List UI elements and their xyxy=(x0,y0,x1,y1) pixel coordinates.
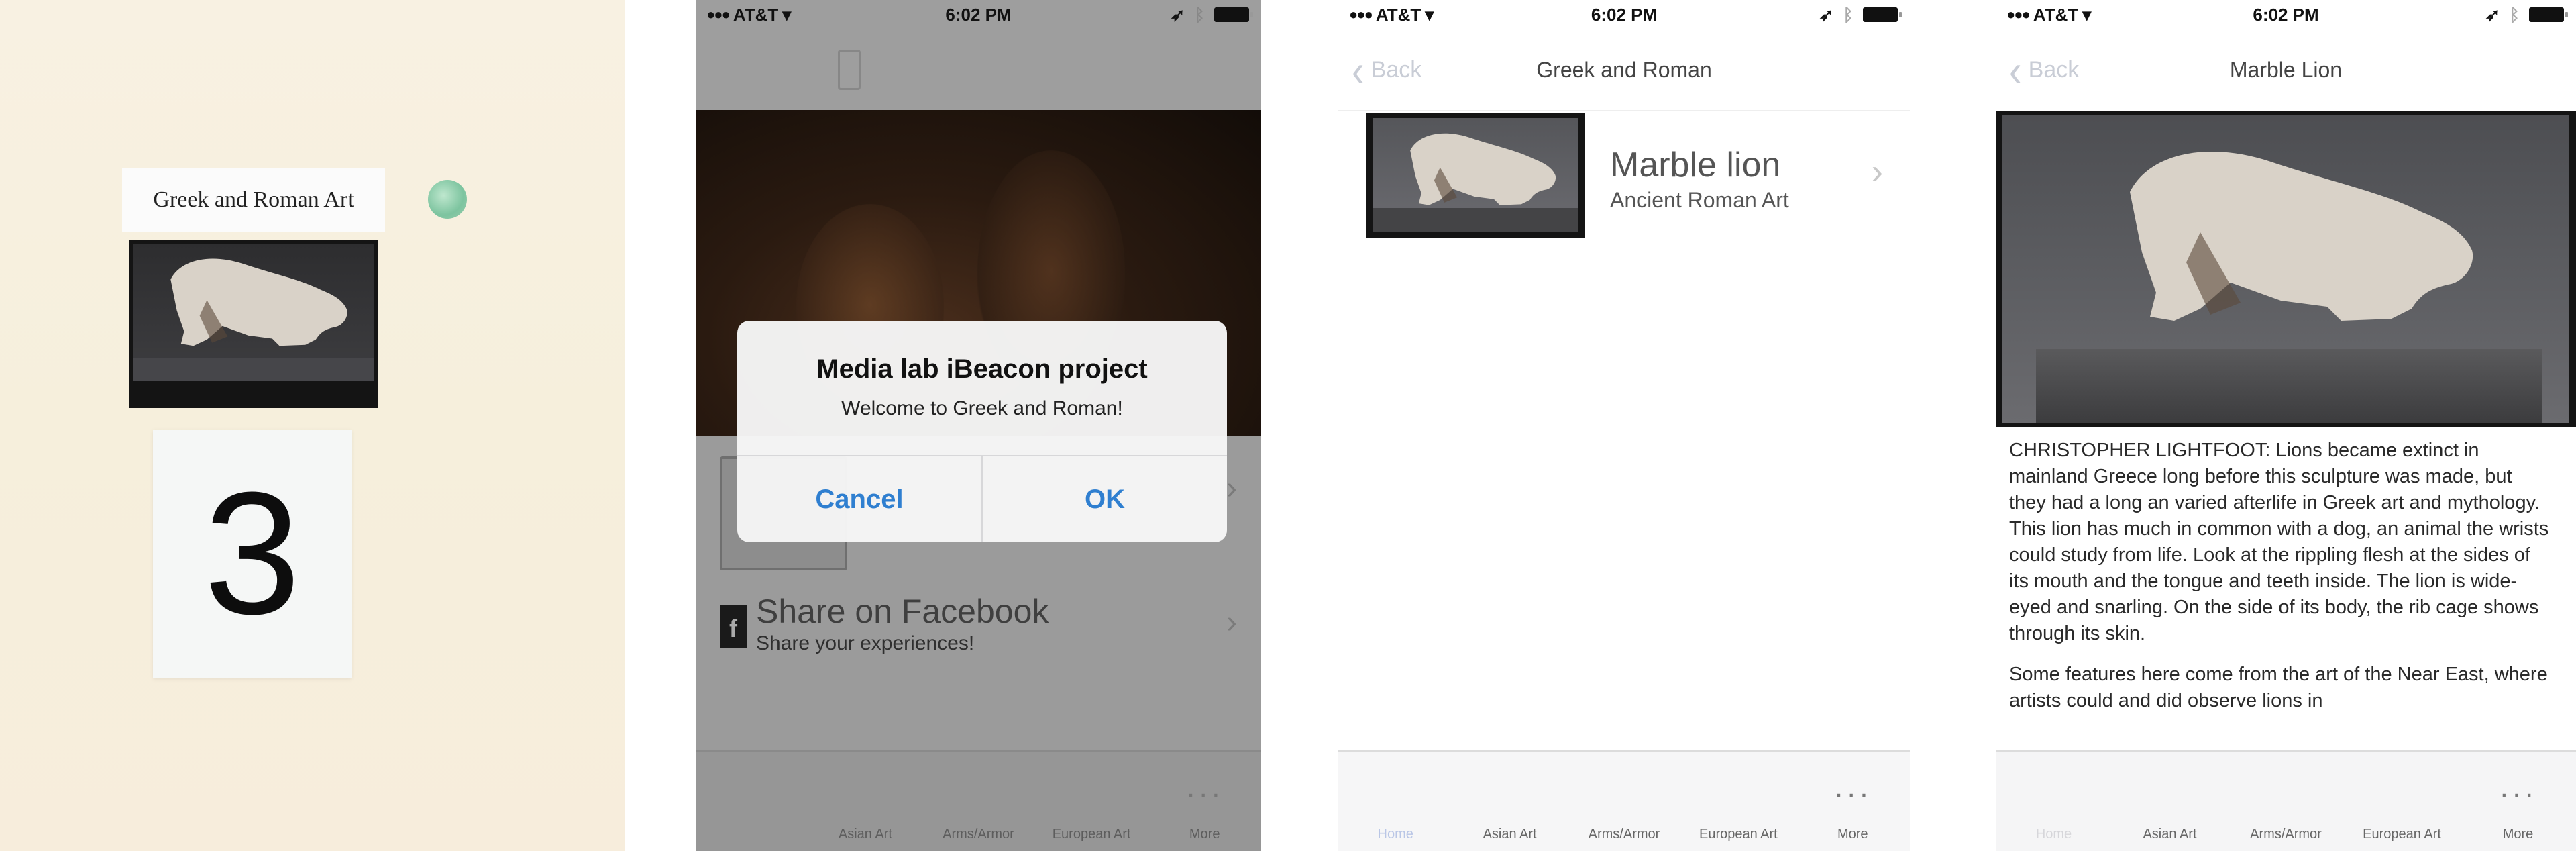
share-facebook-title: Share on Facebook xyxy=(756,593,1049,630)
tab-more[interactable]: ··· More xyxy=(1796,765,1910,842)
page-title: Greek and Roman xyxy=(1536,57,1712,82)
facebook-icon: f xyxy=(720,605,747,648)
tab-label: European Art xyxy=(2363,827,2441,842)
page-title: Marble Lion xyxy=(2229,57,2343,82)
beacon-sign-photo: Greek and Roman Art 3 xyxy=(0,0,625,851)
tab-label: European Art xyxy=(1699,827,1778,842)
museum-icon xyxy=(1599,765,1650,823)
tab-arms-armor[interactable]: Arms/Armor xyxy=(1567,765,1681,842)
home-icon xyxy=(727,765,777,823)
bluetooth-icon: ᛒ xyxy=(1194,4,1205,25)
exhibit-sign-photo xyxy=(129,240,378,408)
nav-bar: ‹ Back Greek and Roman xyxy=(1338,30,1910,110)
location-icon: ➶ xyxy=(1170,4,1185,25)
tab-more[interactable]: ··· More xyxy=(2460,765,2576,842)
more-icon: ··· xyxy=(2499,777,2537,810)
museum-icon xyxy=(1066,765,1117,823)
more-icon: ··· xyxy=(1185,777,1224,810)
nav-bar xyxy=(696,30,1261,110)
tab-label: Asian Art xyxy=(1483,827,1537,842)
exhibit-hero-image xyxy=(1996,111,2576,427)
museum-icon xyxy=(2261,765,2312,823)
tab-asian-art[interactable]: Asian Art xyxy=(809,765,922,842)
tab-asian-art[interactable]: Asian Art xyxy=(2112,765,2228,842)
description-paragraph: CHRISTOPHER LIGHTFOOT: Lions became exti… xyxy=(2009,440,2549,644)
tab-label: Home xyxy=(1377,827,1413,842)
exhibit-detail-screen: ●●● AT&T ▾ 6:02 PM ➶ ᛒ ‹ Back Marble Lio… xyxy=(1996,0,2576,851)
museum-icon xyxy=(1713,765,1764,823)
tab-bar: Home Asian Art Arms/Armor European Art ·… xyxy=(1338,750,1910,851)
tab-home[interactable]: Home xyxy=(1996,765,2112,842)
tab-bar: Home Asian Art Arms/Armor European Art ·… xyxy=(1996,750,2576,851)
tab-label: Arms/Armor xyxy=(2250,827,2322,842)
status-bar: ●●● AT&T ▾ 6:02 PM ➶ ᛒ xyxy=(1338,0,1910,30)
tab-label: Arms/Armor xyxy=(943,827,1014,842)
lion-sculpture-image xyxy=(136,248,372,362)
tab-label: Asian Art xyxy=(2143,827,2197,842)
list-item[interactable]: Marble lion Ancient Roman Art › xyxy=(1338,111,1910,243)
tab-label: European Art xyxy=(1052,827,1131,842)
more-icon: ··· xyxy=(1833,777,1872,810)
location-icon: ➶ xyxy=(2485,4,2500,25)
tab-label: Home xyxy=(2035,827,2072,842)
bluetooth-icon: ᛒ xyxy=(1843,4,1854,25)
location-icon: ➶ xyxy=(1819,4,1834,25)
alert-message: Welcome to Greek and Roman! xyxy=(841,397,1123,419)
bluetooth-icon: ᛒ xyxy=(2509,4,2520,25)
home-icon xyxy=(1370,765,1421,823)
exhibit-list-screen: ●●● AT&T ▾ 6:02 PM ➶ ᛒ ‹ Back Greek and … xyxy=(1338,0,1910,851)
item-thumbnail xyxy=(1366,113,1585,238)
share-facebook-subtitle: Share your experiences! xyxy=(756,632,975,654)
battery-icon xyxy=(1863,7,1902,22)
status-bar: ●●● AT&T ▾ 6:02 PM ➶ ᛒ xyxy=(696,0,1261,30)
alert-title: Media lab iBeacon project xyxy=(816,354,1148,384)
status-bar: ●●● AT&T ▾ 6:02 PM ➶ ᛒ xyxy=(1996,0,2576,30)
exhibit-number-card: 3 xyxy=(153,430,352,678)
exhibit-description: CHRISTOPHER LIGHTFOOT: Lions became exti… xyxy=(2009,438,2552,714)
tab-european-art[interactable]: European Art xyxy=(2344,765,2460,842)
exhibit-sign-label: Greek and Roman Art xyxy=(122,168,385,232)
alert-screen: ●●● AT&T ▾ 6:02 PM ➶ ᛒ › f Share on Face… xyxy=(696,0,1261,851)
item-name: Marble lion xyxy=(1610,146,1781,185)
tab-more[interactable]: ··· More xyxy=(1148,765,1261,842)
lion-sculpture-image xyxy=(1381,125,1576,219)
lion-sculpture-image xyxy=(2043,132,2539,353)
tab-arms-armor[interactable]: Arms/Armor xyxy=(922,765,1035,842)
tab-arms-armor[interactable]: Arms/Armor xyxy=(2228,765,2344,842)
tab-label: More xyxy=(1189,827,1220,842)
battery-icon xyxy=(2529,7,2568,22)
item-category: Ancient Roman Art xyxy=(1610,188,1789,212)
home-icon xyxy=(2029,765,2080,823)
nav-bar: ‹ Back Marble Lion xyxy=(1996,30,2576,110)
tab-home[interactable]: Home xyxy=(696,765,809,842)
tab-label: Asian Art xyxy=(838,827,892,842)
museum-icon xyxy=(2145,765,2196,823)
alert-cancel-button[interactable]: Cancel xyxy=(737,456,981,542)
tab-label: More xyxy=(1837,827,1868,842)
museum-icon xyxy=(2377,765,2428,823)
ibeacon-device xyxy=(428,180,467,219)
tab-european-art[interactable]: European Art xyxy=(1035,765,1148,842)
alert-ok-button[interactable]: OK xyxy=(981,456,1227,542)
museum-icon xyxy=(953,765,1004,823)
tab-label: Arms/Armor xyxy=(1588,827,1660,842)
chevron-right-icon: › xyxy=(1871,152,1883,191)
chevron-right-icon: › xyxy=(1226,605,1237,640)
tab-home[interactable]: Home xyxy=(1338,765,1452,842)
tab-label: More xyxy=(2502,827,2534,842)
tab-asian-art[interactable]: Asian Art xyxy=(1452,765,1566,842)
welcome-alert-dialog: Media lab iBeacon project Welcome to Gre… xyxy=(737,321,1227,542)
battery-icon xyxy=(1214,7,1253,22)
chevron-right-icon: › xyxy=(1226,470,1237,506)
museum-icon xyxy=(840,765,891,823)
tab-bar: Home Asian Art Arms/Armor European Art ·… xyxy=(696,750,1261,851)
tab-european-art[interactable]: European Art xyxy=(1681,765,1795,842)
document-icon xyxy=(838,50,861,90)
share-facebook-row[interactable]: f Share on Facebook Share your experienc… xyxy=(696,577,1261,664)
description-paragraph: Some features here come from the art of … xyxy=(2009,664,2548,711)
museum-icon xyxy=(1485,765,1536,823)
